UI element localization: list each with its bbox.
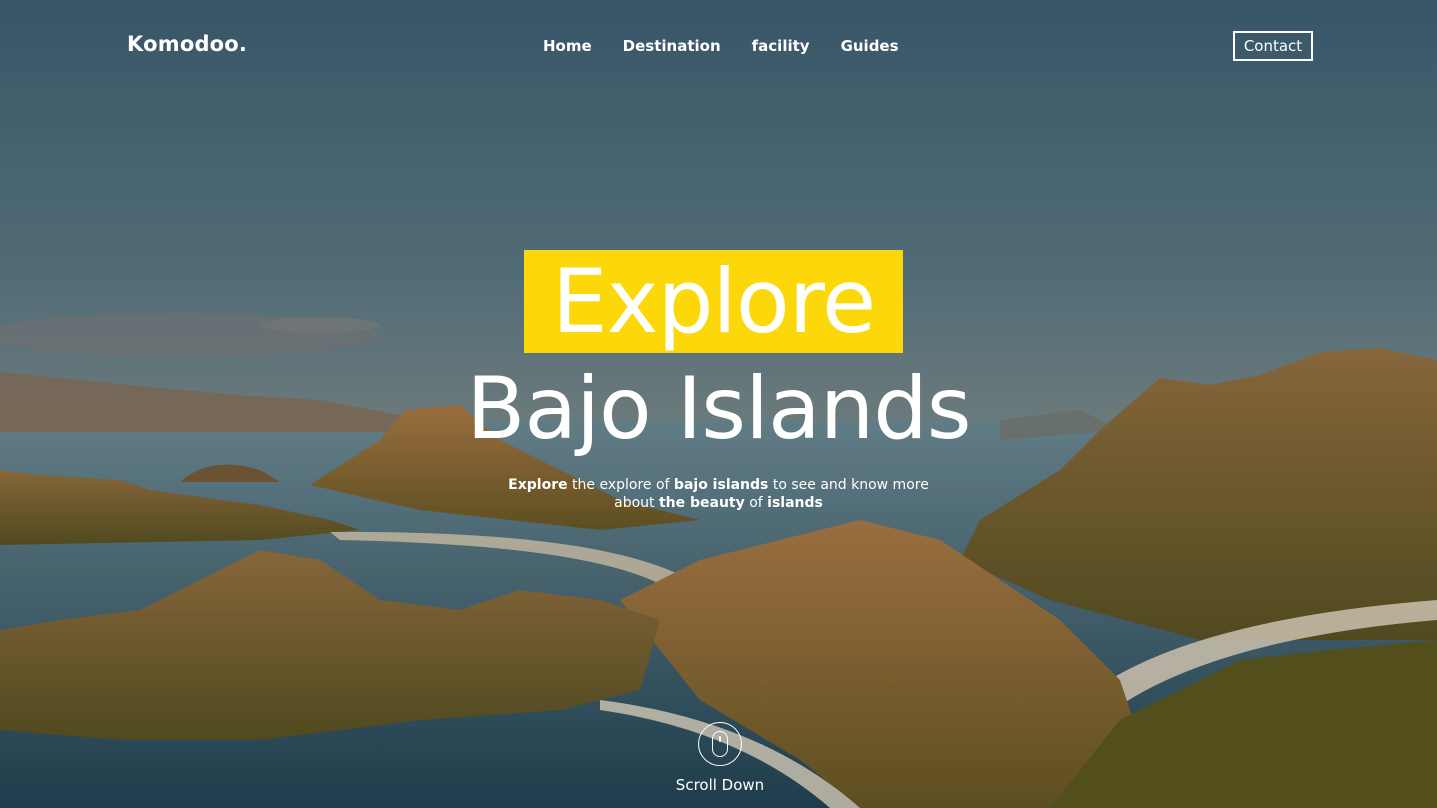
hero-title: Bajo Islands	[466, 359, 971, 459]
contact-button[interactable]: Contact	[1233, 31, 1313, 61]
scroll-down-button[interactable]: Scroll Down	[670, 722, 770, 798]
subtitle-bold: bajo islands	[673, 477, 769, 493]
nav-link-destination[interactable]: Destination	[623, 37, 721, 55]
subtitle-bold: Explore	[508, 477, 568, 493]
hero-subtitle: Explore the explore of bajo islands to s…	[0, 476, 1437, 512]
nav-link-guides[interactable]: Guides	[841, 37, 899, 55]
subtitle-text: the explore of	[567, 477, 674, 493]
subtitle-line-2: about the beauty of islands	[614, 495, 823, 511]
subtitle-text: of	[744, 495, 768, 511]
subtitle-text: to see and know more	[768, 477, 929, 493]
scroll-down-label: Scroll Down	[675, 776, 765, 794]
hero-highlight-word: Explore	[551, 249, 876, 353]
nav-link-facility[interactable]: facility	[752, 37, 810, 55]
nav-links: Home Destination facility Guides	[543, 37, 899, 55]
subtitle-line-1: Explore the explore of bajo islands to s…	[508, 477, 929, 493]
mouse-body	[712, 731, 728, 757]
brand-logo[interactable]: Komodoo.	[127, 32, 247, 56]
subtitle-bold: islands	[767, 495, 823, 511]
subtitle-text: about	[614, 495, 659, 511]
navbar: Komodoo. Home Destination facility Guide…	[0, 0, 1437, 92]
nav-link-home[interactable]: Home	[543, 37, 592, 55]
mouse-icon	[698, 722, 742, 766]
subtitle-bold: the beauty	[658, 495, 745, 511]
